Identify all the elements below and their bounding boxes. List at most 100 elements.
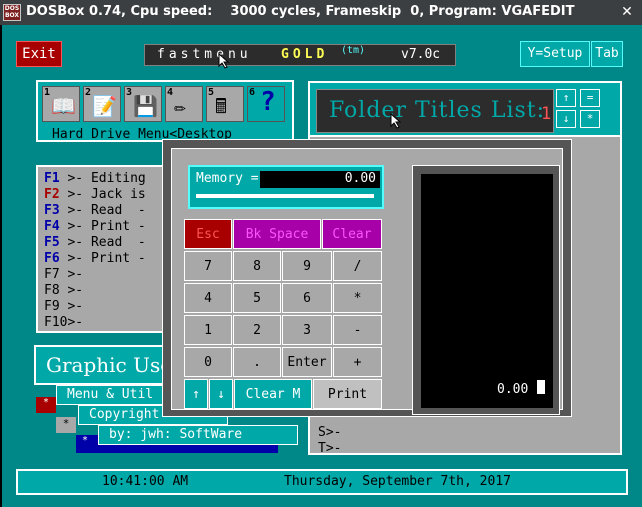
document-edit-icon: 📝 <box>92 94 117 118</box>
tape-screen <box>421 174 553 408</box>
fkey-row-f2[interactable]: F2 >- Jack is <box>44 187 146 203</box>
tab-button[interactable]: Tab <box>591 41 623 67</box>
window-titlebar: DOS BOX DOSBox 0.74, Cpu speed: 3000 cyc… <box>0 0 642 25</box>
menu-icon-4[interactable]: 4 ✏ <box>165 86 203 122</box>
fkey-row-f4[interactable]: F4 >- Print - <box>44 219 146 235</box>
esc-button[interactable]: Esc <box>184 219 232 249</box>
fkey-row-f1[interactable]: F1 >- Editing <box>44 171 146 187</box>
folder-titles-header: Folder Titles List: 1 ↑ ↓ = * <box>308 81 622 139</box>
arrow-down-button[interactable]: ↓ <box>209 379 233 409</box>
fkey-label: F6 <box>44 251 60 266</box>
key-2-button[interactable]: 2 <box>233 315 281 345</box>
banner-name: fastmenu <box>157 47 252 62</box>
menu-icon-5[interactable]: 5 🖩 <box>206 86 244 122</box>
tape-display: 0.00 <box>412 165 560 415</box>
fkey-text: >- Print - <box>67 251 146 266</box>
fkey-label: F5 <box>44 235 60 250</box>
banner-gold: GOLD <box>281 47 329 62</box>
divide-button[interactable]: / <box>333 251 382 281</box>
menu-icon-6[interactable]: 6 ? <box>247 86 285 122</box>
fkey-label: F1 <box>44 171 60 186</box>
scroll-up-button[interactable]: ↑ <box>556 89 576 107</box>
star-marker: * <box>56 417 76 433</box>
subtract-button[interactable]: - <box>333 315 382 345</box>
tape-value: 0.00 <box>497 382 529 397</box>
banner-version: v7.0c <box>401 47 441 62</box>
menu-icon-panel: 1 📖 2 📝 3 💾 4 ✏ 5 🖩 6 ? Hard Drive Menu<… <box>36 80 294 142</box>
fkey-label: F10 <box>44 315 68 330</box>
key-7-button[interactable]: 7 <box>184 251 232 281</box>
equals-button[interactable]: = <box>580 89 600 107</box>
key-0-button[interactable]: 0 <box>184 347 232 377</box>
menu-icon-1[interactable]: 1 📖 <box>42 86 80 122</box>
key-9-button[interactable]: 9 <box>282 251 332 281</box>
fkey-row-f7[interactable]: F7 >- <box>44 267 83 283</box>
memory-divider <box>196 194 374 198</box>
byline-window[interactable]: by: jwh: SoftWare <box>98 425 298 445</box>
help-icon: ? <box>260 87 276 117</box>
book-icon: 📖 <box>51 94 76 118</box>
multiply-button[interactable]: * <box>333 283 382 313</box>
key-5-button[interactable]: 5 <box>233 283 281 313</box>
fkey-label: F2 <box>44 187 60 202</box>
key-6-button[interactable]: 6 <box>282 283 332 313</box>
fkey-text: >- Read - <box>67 235 146 250</box>
star-button[interactable]: * <box>580 110 600 128</box>
clock-time: 10:41:00 AM <box>102 474 189 489</box>
fkey-label: F8 <box>44 283 60 298</box>
mouse-pointer-icon <box>390 113 402 129</box>
banner-tm: (tm) <box>341 45 366 56</box>
key-8-button[interactable]: 8 <box>233 251 281 281</box>
menu-util-title: Menu & Util <box>67 387 154 402</box>
clear-button[interactable]: Clear <box>322 219 382 249</box>
fkey-text: >- Jack is <box>67 187 146 202</box>
list-item[interactable]: T>- <box>318 441 341 456</box>
fkey-row-f10[interactable]: F10>- <box>44 315 83 331</box>
calculator-window: Memory = 0.00 Esc Bk Space Clear 7 8 9 /… <box>162 139 572 417</box>
key-4-button[interactable]: 4 <box>184 283 232 313</box>
pencil-icon: ✏ <box>174 94 187 118</box>
folder-title-box: Folder Titles List: 1 <box>316 89 554 133</box>
backspace-button[interactable]: Bk Space <box>233 219 321 249</box>
fkey-text: >- <box>67 283 84 298</box>
setup-button[interactable]: Y=Setup <box>520 41 590 67</box>
mouse-pointer-icon <box>218 53 230 69</box>
floppy-icon: 💾 <box>133 94 158 118</box>
dos-screen: Exit fastmenu GOLD (tm) v7.0c Y=Setup Ta… <box>2 25 642 507</box>
memory-area: Memory = 0.00 <box>188 165 384 209</box>
decimal-button[interactable]: . <box>233 347 281 377</box>
scroll-down-button[interactable]: ↓ <box>556 110 576 128</box>
list-item[interactable]: S>- <box>318 425 341 440</box>
fkey-label: F4 <box>44 219 60 234</box>
enter-button[interactable]: Enter <box>282 347 332 377</box>
menu-icon-number: 3 <box>126 87 133 98</box>
fkey-label: F9 <box>44 299 60 314</box>
close-button[interactable]: ✕ <box>618 3 636 21</box>
menu-icon-3[interactable]: 3 💾 <box>124 86 162 122</box>
menu-icon-number: 4 <box>167 87 174 98</box>
fkey-row-f8[interactable]: F8 >- <box>44 283 83 299</box>
print-button[interactable]: Print <box>313 379 382 409</box>
memory-label: Memory = <box>196 171 259 186</box>
fkey-text: >- <box>67 315 84 330</box>
key-1-button[interactable]: 1 <box>184 315 232 345</box>
fkey-row-f9[interactable]: F9 >- <box>44 299 83 315</box>
fkey-text: >- Read - <box>67 203 146 218</box>
fkey-row-f5[interactable]: F5 >- Read - <box>44 235 146 251</box>
menu-icon-2[interactable]: 2 📝 <box>83 86 121 122</box>
memory-value: 0.00 <box>260 171 380 188</box>
status-bar: 10:41:00 AM Thursday, September 7th, 201… <box>16 469 628 495</box>
dosbox-logo-icon: DOS BOX <box>3 4 21 21</box>
clock-date: Thursday, September 7th, 2017 <box>284 474 511 489</box>
arrow-up-button[interactable]: ↑ <box>184 379 208 409</box>
fkey-row-f6[interactable]: F6 >- Print - <box>44 251 146 267</box>
calculator-icon: 🖩 <box>215 94 227 118</box>
key-3-button[interactable]: 3 <box>282 315 332 345</box>
fkey-label: F7 <box>44 267 60 282</box>
fkey-row-f3[interactable]: F3 >- Read - <box>44 203 146 219</box>
add-button[interactable]: + <box>333 347 382 377</box>
menu-icon-number: 6 <box>249 87 256 98</box>
exit-button[interactable]: Exit <box>16 41 62 67</box>
clear-memory-button[interactable]: Clear M <box>234 379 312 409</box>
menu-icon-number: 5 <box>208 87 215 98</box>
